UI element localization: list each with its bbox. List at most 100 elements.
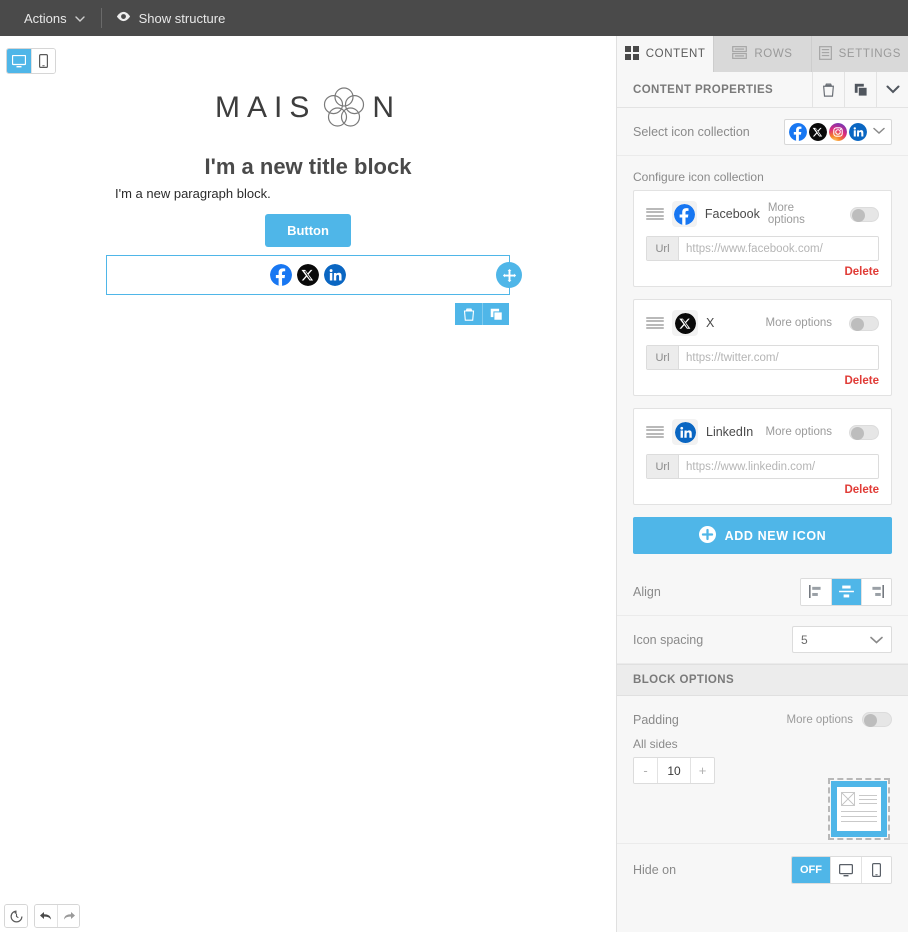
cta-button[interactable]: Button	[265, 214, 351, 247]
all-sides-label: All sides	[633, 737, 678, 751]
icon-config-card: X More options Url Delete	[633, 299, 892, 396]
facebook-icon	[671, 201, 697, 227]
add-new-icon-button[interactable]: ADD NEW ICON	[633, 517, 892, 554]
hide-on-label: Hide on	[633, 863, 677, 877]
select-icon-collection-label: Select icon collection	[633, 124, 750, 139]
paragraph-block[interactable]: I'm a new paragraph block.	[115, 186, 515, 201]
more-options-toggle[interactable]	[849, 315, 879, 331]
tab-settings[interactable]: SETTINGS	[810, 36, 908, 72]
padding-increment-button[interactable]: +	[691, 758, 714, 783]
linkedin-icon	[849, 122, 867, 141]
align-left-icon[interactable]	[801, 578, 831, 605]
url-field-tag: Url	[647, 346, 679, 369]
align-right-icon[interactable]	[861, 578, 891, 605]
block-tools	[455, 303, 509, 325]
canvas-bottom-toolbar	[4, 904, 80, 928]
redo-arrow-icon[interactable]	[57, 905, 79, 927]
icon-collection-select[interactable]	[784, 118, 892, 145]
email-canvas: MAIS N I'm a new title block I'm a new p…	[0, 36, 616, 932]
button-block: Button	[0, 214, 616, 247]
delete-icon-link[interactable]: Delete	[646, 266, 879, 278]
social-icons-block-selected[interactable]	[106, 255, 510, 295]
tab-content[interactable]: CONTENT	[617, 36, 714, 72]
hide-on-off-button[interactable]: OFF	[792, 857, 830, 883]
properties-delete-button[interactable]	[812, 71, 844, 108]
url-input[interactable]	[679, 455, 878, 478]
icon-config-card: Facebook More options Url Delete	[633, 190, 892, 287]
delete-block-button[interactable]	[455, 303, 482, 325]
rows-icon	[732, 46, 748, 62]
padding-section: Padding More options All sides - 10 +	[617, 696, 908, 844]
block-options-header: BLOCK OPTIONS	[617, 664, 908, 696]
tab-content-label: CONTENT	[645, 48, 706, 60]
url-field-tag: Url	[647, 455, 679, 478]
mobile-preview-button[interactable]	[31, 49, 55, 73]
chevron-down-icon	[74, 15, 85, 24]
facebook-icon[interactable]	[270, 264, 292, 286]
tab-rows-label: ROWS	[754, 48, 793, 60]
title-block[interactable]: I'm a new title block	[0, 154, 616, 180]
icon-spacing-select[interactable]: 5	[792, 626, 892, 653]
padding-preview-icon	[828, 778, 890, 840]
eye-icon	[116, 11, 130, 25]
properties-panel: CONTENT ROWS SETTINGS CONTENT PROPERTIES…	[616, 36, 908, 932]
facebook-icon	[789, 122, 807, 141]
drag-grip-icon[interactable]	[646, 317, 664, 329]
more-options-label: More options	[765, 317, 832, 329]
panel-tabs: CONTENT ROWS SETTINGS	[617, 36, 908, 72]
delete-icon-link[interactable]: Delete	[646, 375, 879, 387]
properties-collapse-button[interactable]	[876, 71, 908, 108]
align-label: Align	[633, 584, 661, 599]
tab-settings-label: SETTINGS	[838, 48, 901, 60]
actions-menu-button[interactable]: Actions	[0, 0, 101, 36]
desktop-preview-button[interactable]	[7, 49, 31, 73]
undo-arrow-icon[interactable]	[35, 905, 57, 927]
plus-circle-icon	[698, 525, 716, 546]
padding-more-options-label: More options	[786, 713, 853, 726]
align-center-icon[interactable]	[831, 578, 861, 605]
logo-text-left: MAIS	[214, 91, 317, 124]
instagram-icon	[829, 122, 847, 141]
padding-more-options-toggle[interactable]	[862, 712, 892, 727]
top-toolbar: Actions Show structure	[0, 0, 908, 36]
more-options-label: More options	[765, 426, 832, 438]
linkedin-icon[interactable]	[324, 264, 346, 286]
device-preview-toggle[interactable]	[6, 48, 56, 74]
hide-on-mobile-button[interactable]	[861, 857, 891, 883]
history-group	[4, 904, 28, 928]
show-structure-button[interactable]: Show structure	[102, 0, 240, 36]
duplicate-block-button[interactable]	[482, 303, 509, 325]
logo-text-right: N	[372, 91, 402, 124]
drag-grip-icon[interactable]	[646, 208, 664, 220]
linkedin-icon	[672, 419, 698, 445]
padding-stepper: - 10 +	[633, 757, 715, 784]
more-options-toggle[interactable]	[849, 206, 879, 222]
padding-decrement-button[interactable]: -	[634, 758, 657, 783]
show-structure-label: Show structure	[138, 10, 226, 26]
history-icon[interactable]	[5, 905, 27, 927]
url-input[interactable]	[679, 237, 878, 260]
configure-icon-collection-label: Configure icon collection	[633, 170, 764, 184]
add-new-icon-label: ADD NEW ICON	[724, 528, 827, 543]
grid-icon	[624, 45, 639, 63]
icon-name-label: LinkedIn	[706, 425, 754, 439]
hide-on-row: Hide on OFF	[617, 844, 908, 896]
padding-value[interactable]: 10	[657, 758, 691, 783]
url-input[interactable]	[679, 346, 878, 369]
padding-label: Padding	[633, 712, 679, 727]
drag-grip-icon[interactable]	[646, 426, 664, 438]
tab-rows[interactable]: ROWS	[713, 36, 811, 72]
x-icon	[672, 310, 698, 336]
delete-icon-link[interactable]: Delete	[646, 484, 879, 496]
x-icon[interactable]	[297, 264, 319, 286]
url-field-tag: Url	[647, 237, 679, 260]
more-options-toggle[interactable]	[849, 424, 879, 440]
properties-duplicate-button[interactable]	[844, 71, 876, 108]
undo-redo-group	[34, 904, 80, 928]
content-properties-header: CONTENT PROPERTIES	[617, 71, 908, 108]
hide-on-desktop-button[interactable]	[830, 857, 861, 883]
align-row: Align	[617, 568, 908, 616]
move-icon[interactable]	[496, 262, 522, 288]
flower-logo-icon	[318, 82, 370, 134]
hide-on-segmented-control: OFF	[791, 856, 892, 884]
